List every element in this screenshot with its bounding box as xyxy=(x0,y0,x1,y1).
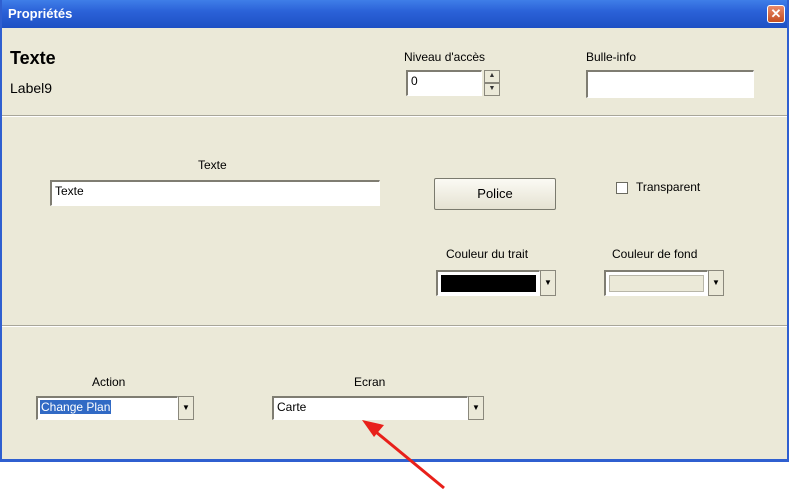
screen-label: Ecran xyxy=(354,375,386,389)
transparent-label: Transparent xyxy=(636,180,701,194)
properties-window: Propriétés ✕ Texte Label9 Niveau d'accès… xyxy=(0,0,789,462)
close-button[interactable]: ✕ xyxy=(767,5,785,23)
font-button[interactable]: Police xyxy=(434,178,556,210)
title-bar: Propriétés ✕ xyxy=(2,0,787,28)
object-name-label: Label9 xyxy=(10,80,53,96)
separator-top xyxy=(2,115,787,117)
tooltip-input[interactable] xyxy=(586,70,754,98)
access-level-spin-down[interactable]: ▼ xyxy=(484,83,500,96)
tooltip-label: Bulle-info xyxy=(586,50,637,64)
action-select[interactable]: Change Plan xyxy=(36,396,178,420)
line-color-select[interactable] xyxy=(436,270,540,296)
action-selected-value: Change Plan xyxy=(40,400,112,414)
text-input[interactable]: Texte xyxy=(50,180,380,206)
access-level-label: Niveau d'accès xyxy=(404,50,485,64)
bg-color-label: Couleur de fond xyxy=(612,247,698,261)
transparent-checkbox[interactable] xyxy=(616,182,628,194)
bg-color-swatch xyxy=(609,275,704,292)
text-field-label: Texte xyxy=(198,158,227,172)
line-color-dropdown-arrow[interactable]: ▼ xyxy=(540,270,556,296)
access-level-input[interactable]: 0 xyxy=(406,70,482,96)
bg-color-select[interactable] xyxy=(604,270,708,296)
window-title: Propriétés xyxy=(8,6,73,21)
bg-color-dropdown-arrow[interactable]: ▼ xyxy=(708,270,724,296)
action-label: Action xyxy=(92,375,126,389)
access-level-spin-up[interactable]: ▲ xyxy=(484,70,500,83)
line-color-swatch xyxy=(441,275,536,292)
object-type-label: Texte xyxy=(10,48,56,68)
screen-dropdown-arrow[interactable]: ▼ xyxy=(468,396,484,420)
line-color-label: Couleur du trait xyxy=(446,247,529,261)
screen-select[interactable]: Carte xyxy=(272,396,468,420)
action-dropdown-arrow[interactable]: ▼ xyxy=(178,396,194,420)
separator-bottom xyxy=(2,325,787,327)
